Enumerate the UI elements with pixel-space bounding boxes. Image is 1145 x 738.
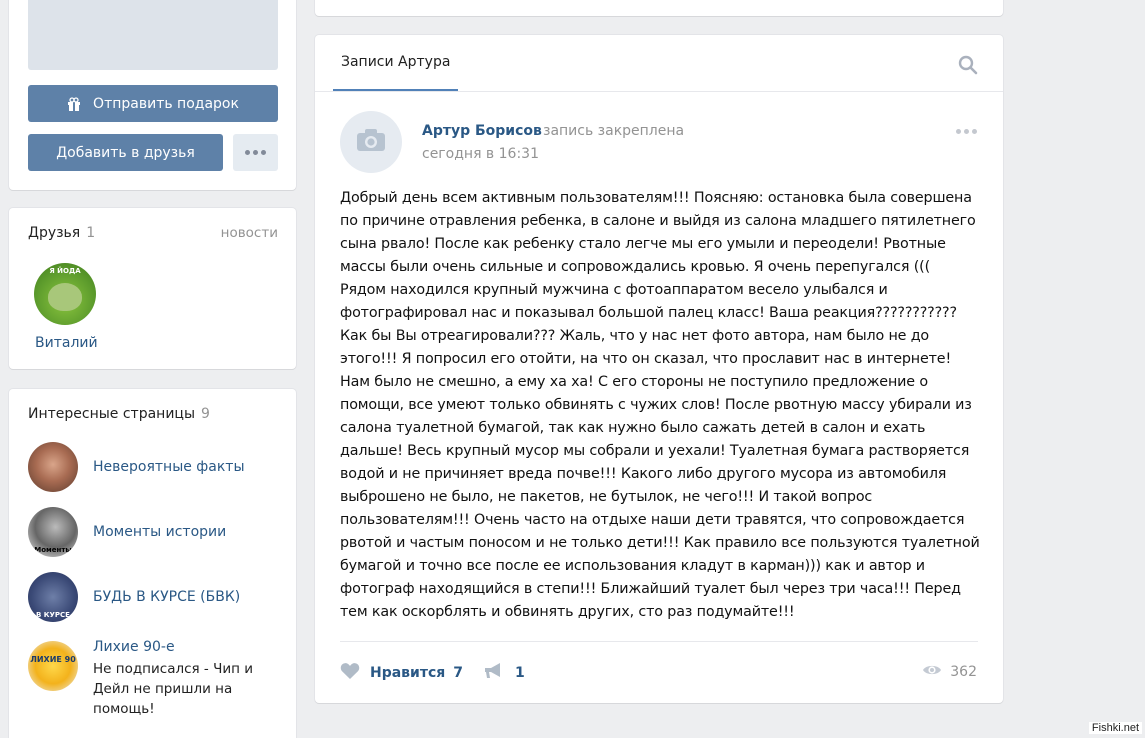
top-card: [315, 0, 1003, 16]
yoda-image: [48, 283, 82, 311]
page-name: Моменты истории: [93, 524, 227, 540]
like-count: 7: [453, 665, 464, 681]
send-gift-label: Отправить подарок: [93, 95, 239, 112]
more-dots-icon: [245, 150, 266, 155]
page-avatar: Моменты: [28, 507, 78, 557]
post-text: Добрый день всем активным пользователям!…: [340, 190, 980, 620]
post-menu-button[interactable]: [956, 129, 977, 134]
page-item[interactable]: В КУРСЕ БУДЬ В КУРСЕ (БВК): [28, 572, 240, 622]
friends-header[interactable]: Друзья 1: [28, 225, 95, 241]
post-menu-dots-icon: [956, 129, 977, 134]
page-avatar-caption: Моменты: [34, 546, 72, 554]
page-item[interactable]: Невероятные факты: [28, 442, 245, 492]
views-count: 362: [950, 663, 977, 680]
page-avatar-caption: ЛИХИЕ 90: [30, 655, 76, 664]
page-avatar: [28, 442, 78, 492]
friends-title: Друзья: [28, 225, 81, 241]
friend-avatar[interactable]: Я ЙОДА: [34, 263, 96, 325]
wall-divider: [315, 91, 1003, 92]
friend-avatar-caption: Я ЙОДА: [49, 267, 81, 275]
post-pinned-label: запись закреплена: [543, 123, 685, 139]
friends-block: Друзья 1 новости Я ЙОДА Виталий: [9, 208, 296, 369]
friends-count: 1: [86, 225, 96, 241]
heart-icon: [340, 662, 360, 684]
like-button[interactable]: Нравится 7: [340, 662, 463, 684]
post-divider: [340, 641, 978, 642]
page-item[interactable]: Моменты Моменты истории: [28, 507, 226, 557]
gift-icon: [67, 96, 81, 111]
eye-icon: [922, 662, 942, 681]
profile-actions-card: Отправить подарок Добавить в друзья: [9, 0, 296, 190]
page-avatar: В КУРСЕ: [28, 572, 78, 622]
pages-count: 9: [201, 406, 210, 422]
send-gift-button[interactable]: Отправить подарок: [28, 85, 278, 122]
page-name: Лихие 90-е: [93, 639, 175, 655]
profile-photo[interactable]: [28, 0, 278, 70]
page-item[interactable]: ЛИХИЕ 90 Лихие 90-е Не подписался - Чип …: [28, 639, 273, 719]
share-count: 1: [515, 665, 525, 681]
pages-title: Интересные страницы: [28, 406, 196, 422]
pages-header[interactable]: Интересные страницы 9: [28, 406, 210, 422]
add-friend-button[interactable]: Добавить в друзья: [28, 134, 223, 171]
post-timestamp[interactable]: сегодня в 16:31: [422, 146, 539, 162]
tab-wall-posts[interactable]: Записи Артура: [333, 35, 459, 91]
more-actions-button[interactable]: [233, 134, 278, 171]
page-name: Невероятные факты: [93, 459, 245, 475]
friend-name[interactable]: Виталий: [35, 335, 98, 351]
post-author-name[interactable]: Артур Борисов: [422, 123, 542, 139]
wall-block: Записи Артура Артур Борисов запись закре…: [315, 35, 1003, 703]
watermark: Fishki.net: [1088, 722, 1142, 734]
page-name: БУДЬ В КУРСЕ (БВК): [93, 589, 241, 605]
page-avatar-caption: В КУРСЕ: [36, 611, 70, 619]
like-label: Нравится: [370, 665, 446, 681]
interesting-pages-block: Интересные страницы 9 Невероятные факты М…: [9, 389, 296, 738]
post-author-avatar[interactable]: [340, 111, 402, 173]
camera-icon: [356, 128, 386, 156]
search-icon[interactable]: [958, 55, 978, 75]
page-avatar: ЛИХИЕ 90: [28, 641, 78, 691]
page-subtitle: Не подписался - Чип и Дейл не пришли на …: [93, 661, 254, 717]
megaphone-icon: [483, 662, 505, 684]
share-button[interactable]: 1: [483, 662, 525, 684]
views-counter: 362: [922, 662, 977, 681]
friends-news-link[interactable]: новости: [221, 225, 278, 241]
